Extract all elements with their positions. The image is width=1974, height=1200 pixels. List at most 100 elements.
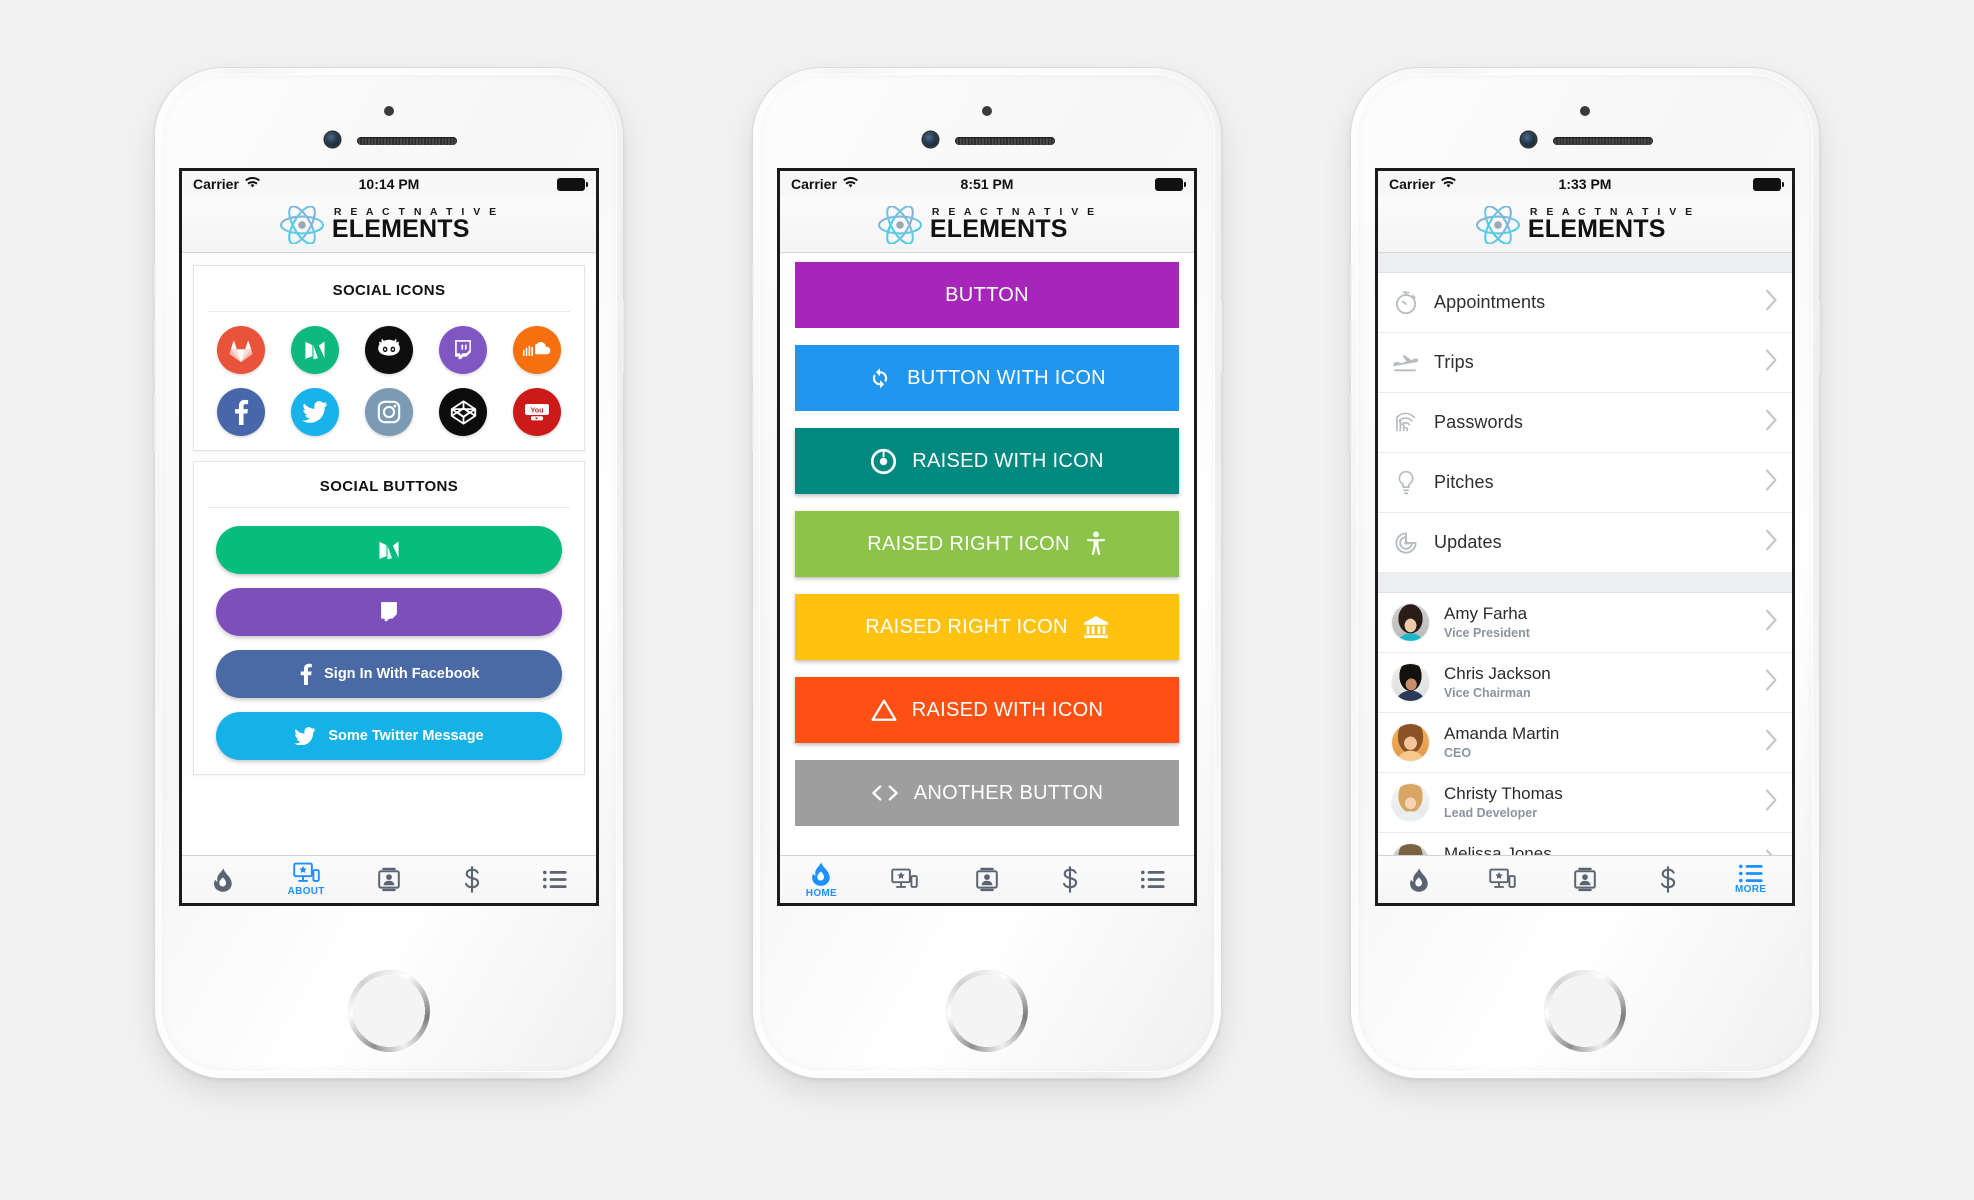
action-button-1[interactable]: BUTTON WITH ICON xyxy=(795,345,1179,411)
volume-down-button[interactable] xyxy=(152,394,156,452)
contact-list-item[interactable]: Amy Farha Vice President xyxy=(1378,593,1792,653)
proximity-sensor-icon xyxy=(384,106,394,116)
facebook-icon xyxy=(299,663,313,685)
screen: Carrier 10:14 PM R E A C T N A T I V E EL… xyxy=(179,168,599,906)
list-item-label: Appointments xyxy=(1434,292,1546,312)
home-button[interactable] xyxy=(350,972,428,1050)
contact-list-item[interactable]: Christy Thomas Lead Developer xyxy=(1378,773,1792,833)
social-button-twitch[interactable] xyxy=(216,588,562,636)
radar-icon xyxy=(1392,529,1419,556)
social-icon-row: You xyxy=(194,388,584,450)
list-icon xyxy=(542,870,567,889)
app-header: R E A C T N A T I V E ELEMENTS xyxy=(1378,197,1792,253)
power-button[interactable] xyxy=(1220,300,1224,374)
social-icon-gitlab[interactable] xyxy=(217,326,265,374)
screenshot-stage: Carrier 10:14 PM R E A C T N A T I V E EL… xyxy=(0,0,1974,1200)
list-item[interactable]: Pitches xyxy=(1378,453,1792,513)
tab-flame[interactable] xyxy=(1378,856,1461,903)
tab-contact[interactable] xyxy=(946,856,1029,903)
action-button-3[interactable]: RAISED RIGHT ICON xyxy=(795,511,1179,577)
sync-icon xyxy=(868,366,892,390)
airplane-icon xyxy=(1392,349,1419,376)
social-icon-medium[interactable] xyxy=(291,326,339,374)
volume-up-button[interactable] xyxy=(152,320,156,378)
social-icon-codepen[interactable] xyxy=(439,388,487,436)
volume-down-button[interactable] xyxy=(1348,394,1352,452)
volume-down-button[interactable] xyxy=(750,394,754,452)
tab-bar: ABOUT xyxy=(182,855,596,903)
social-icon-soundcloud[interactable] xyxy=(513,326,561,374)
divider xyxy=(208,507,570,508)
tab-dollar[interactable] xyxy=(430,856,513,903)
action-button-4[interactable]: RAISED RIGHT ICON xyxy=(795,594,1179,660)
fingerprint-icon xyxy=(1392,409,1419,436)
tab-about[interactable]: ABOUT xyxy=(265,856,348,903)
home-button[interactable] xyxy=(948,972,1026,1050)
volume-up-button[interactable] xyxy=(1348,320,1352,378)
card-title: SOCIAL BUTTONS xyxy=(319,478,459,495)
social-icon-facebook[interactable] xyxy=(217,388,265,436)
twitch-icon xyxy=(378,600,400,624)
contact-text: Amy Farha Vice President xyxy=(1444,604,1750,641)
mute-switch[interactable] xyxy=(1348,264,1352,298)
earpiece-speaker-icon xyxy=(1553,137,1653,145)
contact-role: Lead Developer xyxy=(1444,805,1538,820)
list-item[interactable]: Updates xyxy=(1378,513,1792,573)
contact-list-item[interactable]: Chris Jackson Vice Chairman xyxy=(1378,653,1792,713)
tab-flame[interactable]: HOME xyxy=(780,856,863,903)
tab-about[interactable] xyxy=(1461,856,1544,903)
divider xyxy=(208,311,570,312)
status-right xyxy=(1753,177,1785,191)
action-button-2[interactable]: RAISED WITH ICON xyxy=(795,428,1179,494)
accessibility-icon xyxy=(1085,531,1107,557)
contact-text: Christy Thomas Lead Developer xyxy=(1444,784,1750,821)
tab-list[interactable] xyxy=(1111,856,1194,903)
contact-name: Christy Thomas xyxy=(1444,784,1563,804)
tab-contact[interactable] xyxy=(1544,856,1627,903)
social-icon-github[interactable] xyxy=(365,326,413,374)
contact-role: CEO xyxy=(1444,745,1472,760)
list-item[interactable]: Appointments xyxy=(1378,273,1792,333)
volume-up-button[interactable] xyxy=(750,320,754,378)
contact-list-item[interactable]: Amanda Martin CEO xyxy=(1378,713,1792,773)
mute-switch[interactable] xyxy=(152,264,156,298)
social-icon-youtube[interactable]: You xyxy=(513,388,561,436)
action-button-0[interactable]: BUTTON xyxy=(795,262,1179,328)
tab-about[interactable] xyxy=(863,856,946,903)
list-item[interactable]: Trips xyxy=(1378,333,1792,393)
list-icon xyxy=(1738,864,1763,883)
contact-name: Chris Jackson xyxy=(1444,664,1551,684)
front-camera-icon xyxy=(923,132,938,147)
list-item[interactable]: Passwords xyxy=(1378,393,1792,453)
action-button-5[interactable]: RAISED WITH ICON xyxy=(795,677,1179,743)
tab-dollar[interactable] xyxy=(1626,856,1709,903)
chevron-right-icon xyxy=(1765,729,1778,756)
social-icon-twitter[interactable] xyxy=(291,388,339,436)
tab-bar: HOME xyxy=(780,855,1194,903)
social-button-twitter[interactable]: Some Twitter Message xyxy=(216,712,562,760)
reactnative-elements-logo-icon xyxy=(279,204,325,245)
tab-list[interactable]: MORE xyxy=(1709,856,1792,903)
tab-flame[interactable] xyxy=(182,856,265,903)
cards-container: SOCIAL ICONS You SOCIAL BUTTONS Sign In … xyxy=(182,253,596,775)
mute-switch[interactable] xyxy=(750,264,754,298)
list-item-text: Pitches xyxy=(1434,472,1750,493)
device-top-hardware xyxy=(753,106,1221,152)
social-icon-row xyxy=(194,326,584,388)
avatar-chris xyxy=(1392,664,1429,701)
action-button-6[interactable]: ANOTHER BUTTON xyxy=(795,760,1179,826)
social-button-facebook[interactable]: Sign In With Facebook xyxy=(216,650,562,698)
power-button[interactable] xyxy=(622,300,626,374)
social-icon-twitch[interactable] xyxy=(439,326,487,374)
avatar-melissa xyxy=(1392,844,1429,855)
home-button[interactable] xyxy=(1546,972,1624,1050)
social-button-medium[interactable] xyxy=(216,526,562,574)
power-button[interactable] xyxy=(1818,300,1822,374)
tab-label: HOME xyxy=(805,887,837,899)
tab-label: ABOUT xyxy=(287,886,325,897)
tab-list[interactable] xyxy=(513,856,596,903)
social-icon-instagram[interactable] xyxy=(365,388,413,436)
contact-list-item[interactable]: Melissa JonesCTO xyxy=(1378,833,1792,855)
tab-contact[interactable] xyxy=(348,856,431,903)
tab-dollar[interactable] xyxy=(1028,856,1111,903)
